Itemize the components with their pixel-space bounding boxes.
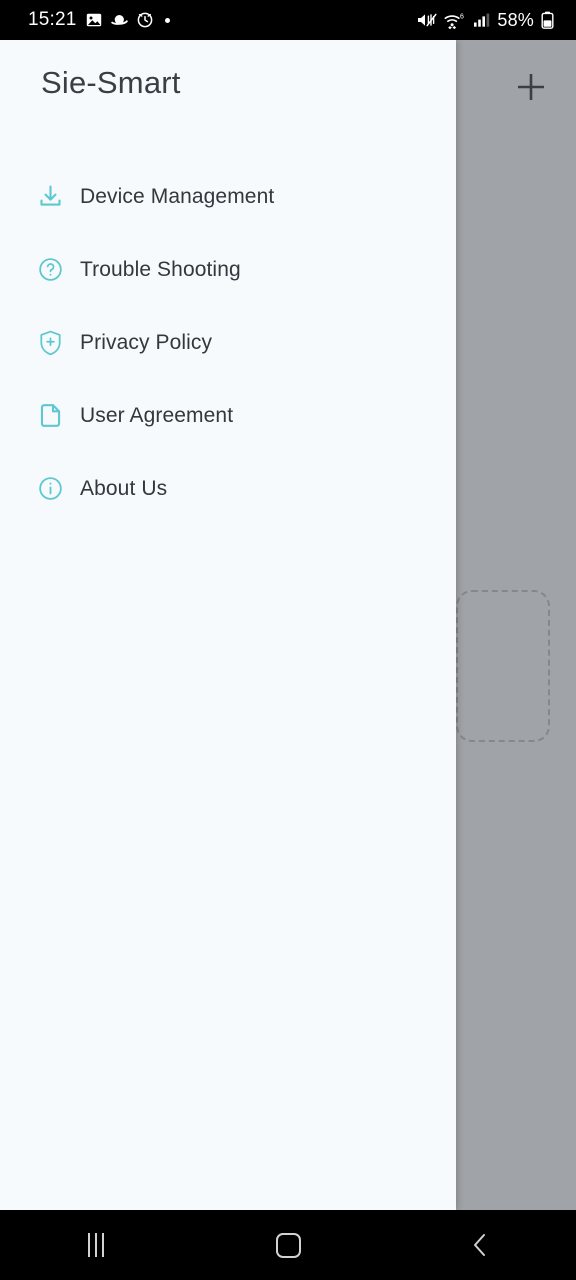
menu-item-label: Privacy Policy: [80, 330, 213, 354]
status-bar-right: 6 58%: [417, 10, 554, 31]
menu-item-label: About Us: [80, 476, 168, 500]
info-circle-icon: [36, 475, 64, 503]
shield-plus-icon: [36, 329, 64, 357]
cellular-signal-icon: [474, 13, 490, 27]
add-device-placeholder-card[interactable]: [456, 590, 550, 742]
menu-item-label: User Agreement: [80, 403, 234, 427]
nav-back-button[interactable]: [384, 1210, 576, 1280]
mute-icon: [418, 13, 437, 27]
drawer-menu-list: Device Management Trouble Shooting Priva…: [0, 160, 456, 525]
wifi-6-icon: 6: [444, 13, 464, 29]
menu-item-label: Trouble Shooting: [80, 257, 241, 281]
menu-item-privacy-policy[interactable]: Privacy Policy: [0, 306, 456, 379]
menu-item-trouble-shooting[interactable]: Trouble Shooting: [0, 233, 456, 306]
dot-indicator-icon: [164, 17, 170, 23]
status-bar: 15:21 6 58%: [0, 0, 576, 40]
battery-percent-label: 58%: [497, 9, 534, 30]
question-circle-icon: [36, 256, 64, 284]
battery-icon: [541, 11, 554, 29]
document-icon: [36, 402, 64, 430]
home-icon: [275, 1232, 301, 1258]
add-device-button[interactable]: [505, 61, 557, 113]
app-title: Sie-Smart: [41, 65, 181, 100]
menu-item-user-agreement[interactable]: User Agreement: [0, 379, 456, 452]
recents-icon: [88, 1233, 104, 1257]
navigation-drawer: Sie-Smart Device Management Trouble Shoo…: [0, 40, 456, 1210]
menu-item-device-management[interactable]: Device Management: [0, 160, 456, 233]
system-navigation-bar: [0, 1210, 576, 1280]
nav-home-button[interactable]: [192, 1210, 384, 1280]
plus-icon: [518, 74, 544, 100]
nav-recents-button[interactable]: [0, 1210, 192, 1280]
saturn-icon: [110, 15, 128, 25]
photo-icon: [86, 13, 101, 27]
status-bar-left: 15:21: [28, 9, 170, 31]
menu-item-label: Device Management: [80, 184, 275, 208]
download-tray-icon: [36, 183, 64, 211]
alarm-clock-icon: [137, 12, 152, 28]
menu-item-about-us[interactable]: About Us: [0, 452, 456, 525]
back-chevron-icon: [474, 1234, 485, 1256]
svg-text:6: 6: [460, 13, 464, 20]
phone-screen: Sie-Smart Device Management Trouble Shoo…: [0, 0, 576, 1280]
status-bar-clock: 15:21: [28, 9, 77, 30]
